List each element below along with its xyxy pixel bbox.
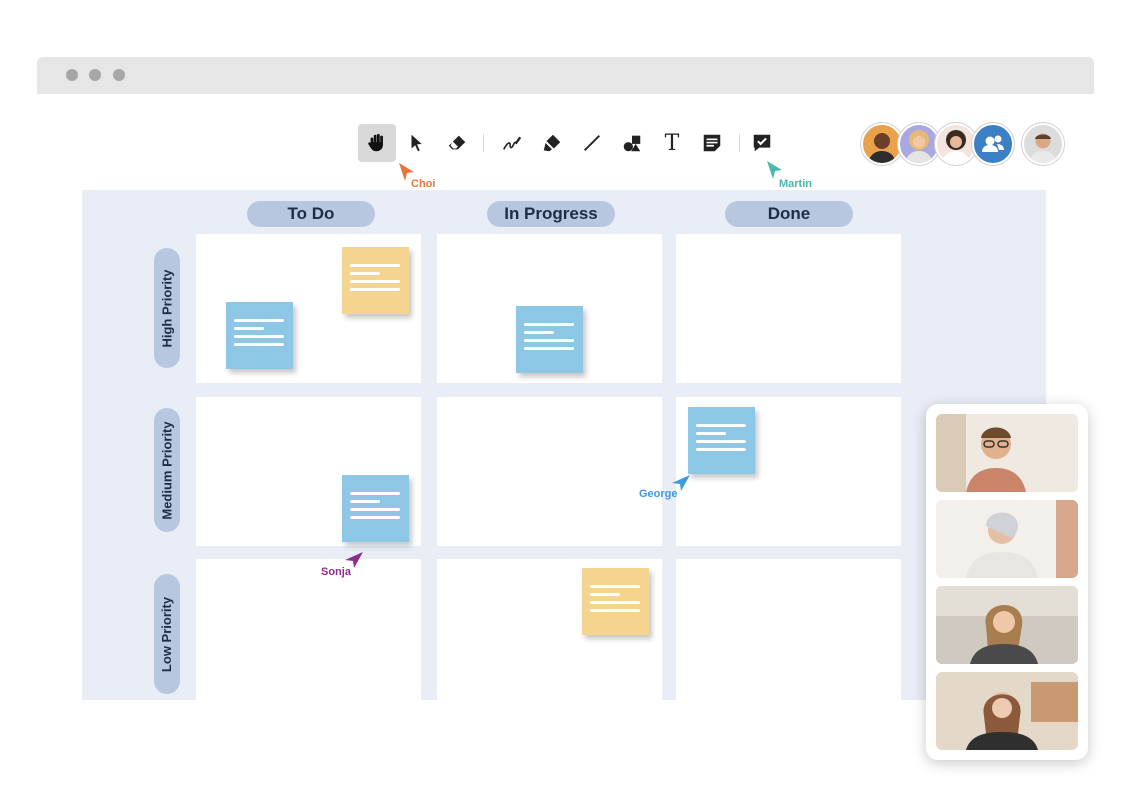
line-tool-button[interactable] [573,124,611,162]
board-cell[interactable] [676,559,901,700]
video-tile[interactable] [936,500,1078,578]
participant-video [936,414,1078,492]
line-icon [584,135,600,151]
avatar[interactable] [898,123,940,165]
window-maximize-dot[interactable] [113,69,125,81]
avatar[interactable] [935,123,977,165]
video-tile[interactable] [936,672,1078,750]
hand-tool-button[interactable] [358,124,396,162]
participants-group-button[interactable] [972,123,1014,165]
comment-tool-button[interactable] [743,124,781,162]
eraser-tool-button[interactable] [438,124,476,162]
highlighter-tool-button[interactable] [533,124,571,162]
highlighter-icon [543,134,561,152]
text-tool-button[interactable]: T [653,124,691,162]
row-label: Low Priority [159,596,175,672]
whiteboard-toolbar: T [358,124,788,164]
select-arrow-icon [411,134,422,152]
sticky-note[interactable] [516,306,583,373]
cursor-label-choi: Choi [411,178,436,190]
sticky-note[interactable] [688,407,755,474]
toolbar-divider [739,134,740,152]
column-header-in-progress: In Progress [487,201,615,227]
select-tool-button[interactable] [398,124,436,162]
text-icon: T [664,130,680,156]
sticky-note-icon [703,134,721,152]
video-tile[interactable] [936,414,1078,492]
people-icon [982,135,1004,152]
hand-icon [368,133,383,152]
sticky-note[interactable] [342,475,409,542]
participant-video [936,500,1078,578]
column-header-todo: To Do [247,201,375,227]
sticky-note[interactable] [226,302,293,369]
avatar[interactable] [861,123,903,165]
video-call-panel [926,404,1088,760]
person-icon [942,130,970,163]
row-header-low-priority: Low Priority [154,574,180,694]
board-cell[interactable] [196,559,421,700]
video-tile[interactable] [936,586,1078,664]
eraser-icon [448,135,466,150]
cursor-label-martin: Martin [779,178,812,190]
row-header-high-priority: High Priority [154,248,180,368]
person-icon [1029,133,1057,163]
pen-icon [503,136,522,150]
comment-check-icon [753,134,771,152]
self-avatar[interactable] [1022,123,1064,165]
pen-tool-button[interactable] [493,124,531,162]
participant-video [936,672,1078,750]
column-header-done: Done [725,201,853,227]
window-minimize-dot[interactable] [89,69,101,81]
cursor-label-sonja: Sonja [321,566,351,578]
person-icon [868,133,896,163]
sticky-note-tool-button[interactable] [693,124,731,162]
row-label: Medium Priority [159,420,175,520]
participant-video [936,586,1078,664]
person-icon [905,130,933,163]
board-cell[interactable] [676,234,901,383]
sticky-note[interactable] [342,247,409,314]
cursor-label-george: George [639,488,678,500]
board-cell[interactable] [437,397,662,546]
window-close-dot[interactable] [66,69,78,81]
row-header-medium-priority: Medium Priority [154,408,180,532]
window-titlebar [37,57,1094,94]
shapes-tool-button[interactable] [613,124,651,162]
sticky-note[interactable] [582,568,649,635]
kanban-board: To Do In Progress Done High Priority Med… [82,190,1046,700]
row-label: High Priority [159,268,175,348]
toolbar-divider [483,134,484,152]
shapes-icon [623,135,641,152]
cursor-martin-arrow-icon [767,161,782,179]
